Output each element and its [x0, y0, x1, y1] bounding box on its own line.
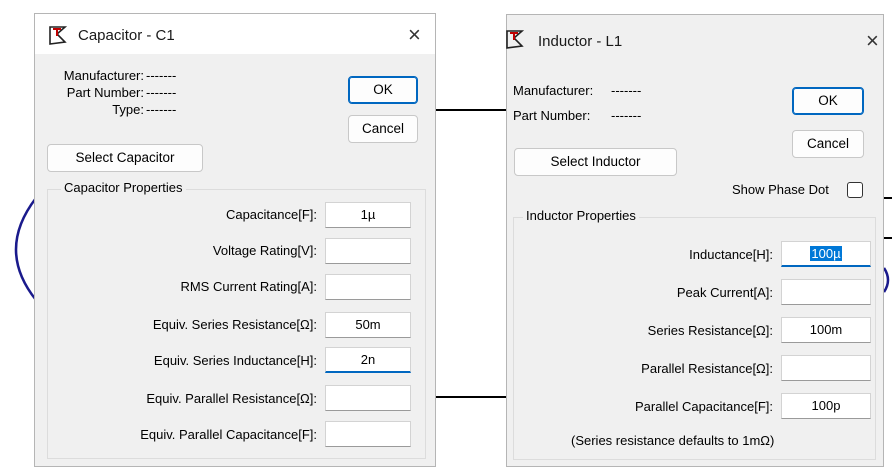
inductor-part-number-label: Part Number: — [513, 108, 591, 123]
inductor-dialog: Inductor - L1 × Manufacturer: ------- Pa… — [506, 14, 884, 467]
equiv-series-resistance-label: Equiv. Series Resistance[Ω]: — [152, 317, 317, 332]
inductor-dialog-title: Inductor - L1 — [538, 33, 623, 50]
equiv-parallel-resistance-field[interactable] — [325, 385, 411, 411]
peak-current-label: Peak Current[A]: — [676, 285, 773, 300]
capacitor-type-label: Type: — [112, 102, 144, 117]
capacitor-properties-title: Capacitor Properties — [61, 180, 186, 195]
voltage-rating-label: Voltage Rating[V]: — [212, 243, 317, 258]
equiv-series-inductance-field[interactable]: 2n — [325, 347, 411, 373]
capacitor-close-icon[interactable]: × — [408, 24, 421, 46]
rms-current-rating-label: RMS Current Rating[A]: — [180, 279, 317, 294]
parallel-capacitance-label: Parallel Capacitance[F]: — [634, 399, 773, 414]
capacitor-cancel-button[interactable]: Cancel — [348, 115, 418, 143]
inductance-label: Inductance[H]: — [689, 247, 773, 262]
show-phase-dot-checkbox[interactable] — [847, 182, 863, 198]
inductor-manufacturer-value: ------- — [611, 83, 642, 98]
inductance-field-selection: 100µ — [810, 246, 842, 261]
equiv-series-resistance-field[interactable]: 50m — [325, 312, 411, 338]
series-resistance-field[interactable]: 100m — [781, 317, 871, 343]
inductor-cancel-button[interactable]: Cancel — [792, 130, 864, 158]
inductor-ok-button[interactable]: OK — [792, 87, 864, 115]
equiv-parallel-capacitance-field[interactable] — [325, 421, 411, 447]
capacitor-manufacturer-value: ------- — [146, 68, 177, 83]
equiv-parallel-resistance-label: Equiv. Parallel Resistance[Ω]: — [146, 391, 317, 406]
capacitor-ok-button[interactable]: OK — [348, 76, 418, 104]
parallel-capacitance-field[interactable]: 100p — [781, 393, 871, 419]
voltage-rating-field[interactable] — [325, 238, 411, 264]
inductance-field[interactable]: 100µ — [781, 241, 871, 267]
schematic-arc-left — [14, 197, 37, 301]
peak-current-field[interactable] — [781, 279, 871, 305]
inductor-manufacturer-label: Manufacturer: — [513, 83, 594, 98]
series-resistance-note: (Series resistance defaults to 1mΩ) — [571, 433, 775, 448]
inductor-close-icon[interactable]: × — [866, 30, 879, 52]
inductor-app-icon — [506, 30, 525, 49]
capacitance-label: Capacitance[F]: — [225, 207, 317, 222]
schematic-arc-right — [882, 267, 890, 293]
capacitor-part-number-label: Part Number: — [66, 85, 144, 100]
select-inductor-button[interactable]: Select Inductor — [514, 148, 677, 176]
capacitor-dialog: Capacitor - C1 × Manufacturer: ------- P… — [34, 13, 436, 467]
series-resistance-label: Series Resistance[Ω]: — [647, 323, 773, 338]
show-phase-dot-label: Show Phase Dot — [732, 182, 829, 197]
inductor-part-number-value: ------- — [611, 108, 642, 123]
capacitor-dialog-title: Capacitor - C1 — [78, 27, 175, 44]
equiv-series-inductance-label: Equiv. Series Inductance[H]: — [153, 353, 317, 368]
equiv-parallel-capacitance-label: Equiv. Parallel Capacitance[F]: — [140, 427, 317, 442]
capacitor-manufacturer-label: Manufacturer: — [63, 68, 144, 83]
select-capacitor-button[interactable]: Select Capacitor — [47, 144, 203, 172]
parallel-resistance-label: Parallel Resistance[Ω]: — [641, 361, 773, 376]
capacitor-part-number-value: ------- — [146, 85, 177, 100]
parallel-resistance-field[interactable] — [781, 355, 871, 381]
rms-current-rating-field[interactable] — [325, 274, 411, 300]
capacitor-app-icon — [49, 26, 68, 45]
capacitor-type-value: ------- — [146, 102, 177, 117]
inductor-properties-title: Inductor Properties — [523, 208, 639, 223]
capacitance-field[interactable]: 1µ — [325, 202, 411, 228]
